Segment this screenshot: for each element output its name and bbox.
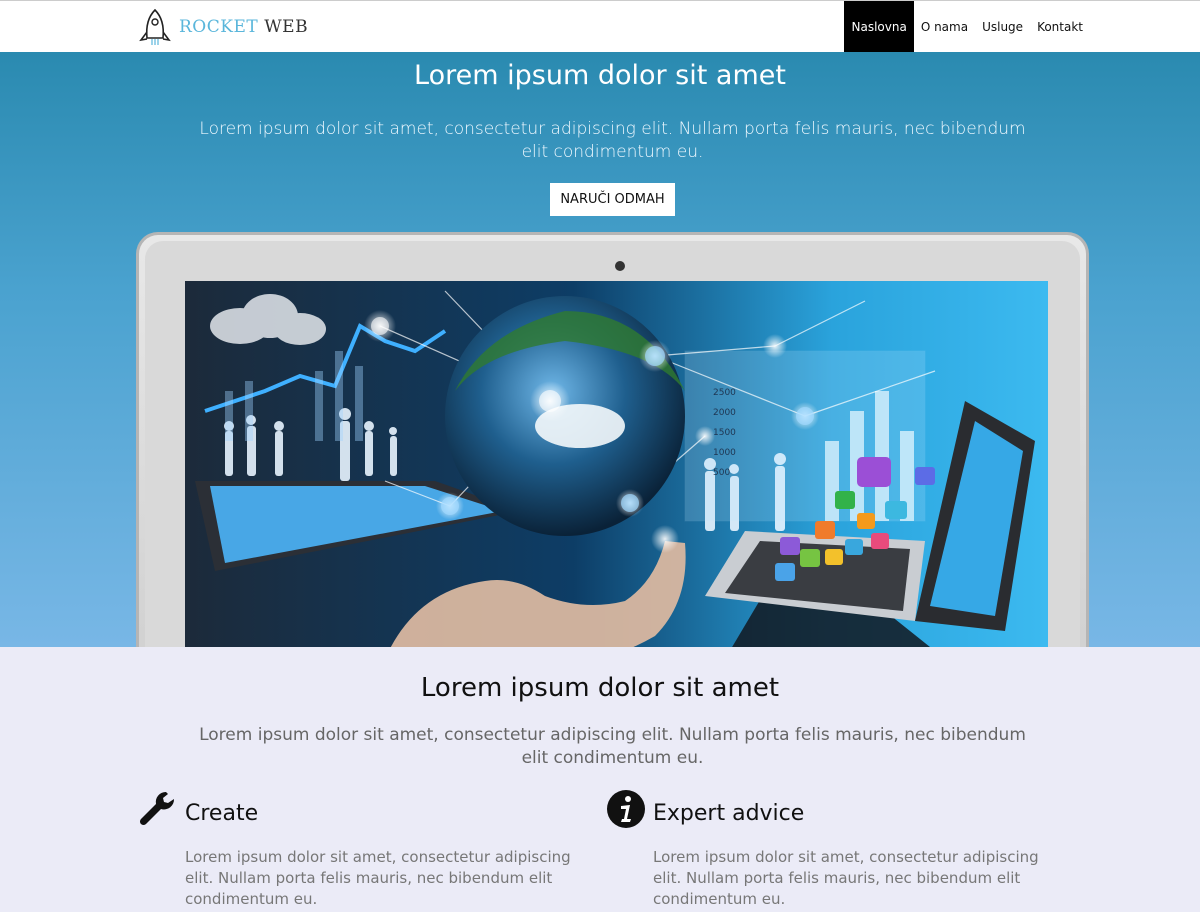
- nav-item-kontakt[interactable]: Kontakt: [1030, 1, 1090, 52]
- chart-tick-1000: 1000: [713, 448, 736, 458]
- laptop-mockup: 2500 2000 1500 1000 500: [136, 232, 1089, 647]
- wrench-icon: [139, 791, 175, 826]
- feature-expert-text: Lorem ipsum dolor sit amet, consectetur …: [653, 848, 1039, 908]
- nav-menu: Naslovna O nama Usluge Kontakt: [844, 1, 1090, 52]
- features-subtitle: Lorem ipsum dolor sit amet, consectetur …: [199, 725, 1026, 768]
- chart-tick-1500: 1500: [713, 428, 736, 438]
- hero-title: Lorem ipsum dolor sit amet: [414, 60, 786, 91]
- chart-tick-2500: 2500: [713, 388, 736, 398]
- hero-subtitle: Lorem ipsum dolor sit amet, consectetur …: [199, 119, 1026, 162]
- laptop-bezel: 2500 2000 1500 1000 500: [145, 241, 1080, 647]
- brand-rocket-text: ROCKET: [179, 17, 259, 37]
- webcam-dot: [615, 261, 625, 271]
- features-title: Lorem ipsum dolor sit amet: [420, 673, 780, 703]
- feature-create-heading: Create: [185, 801, 259, 826]
- brand-web-text: WEB: [264, 17, 309, 37]
- feature-create-text: Lorem ipsum dolor sit amet, consectetur …: [185, 848, 571, 908]
- top-navbar: ROCKET WEB Naslovna O nama Usluge Kontakt: [0, 0, 1200, 52]
- order-now-button[interactable]: NARUČI ODMAH: [550, 183, 675, 216]
- technology-illustration-art: 2500 2000 1500 1000 500: [185, 281, 1048, 647]
- features-section: Lorem ipsum dolor sit amet Lorem ipsum d…: [0, 647, 1200, 912]
- feature-expert-heading: Expert advice: [653, 801, 805, 826]
- chart-tick-2000: 2000: [713, 408, 736, 418]
- nav-item-o-nama[interactable]: O nama: [914, 1, 975, 52]
- info-icon: [607, 790, 645, 828]
- hero-section: Lorem ipsum dolor sit amet Lorem ipsum d…: [0, 52, 1200, 647]
- technology-illustration: 2500 2000 1500 1000 500: [185, 281, 1048, 647]
- chart-tick-500: 500: [713, 468, 730, 478]
- brand-logo-link[interactable]: ROCKET WEB: [137, 7, 308, 47]
- nav-item-usluge[interactable]: Usluge: [975, 1, 1030, 52]
- nav-item-naslovna[interactable]: Naslovna: [844, 1, 914, 52]
- rocket-icon: [139, 8, 171, 45]
- brand-name: ROCKET WEB: [179, 17, 308, 37]
